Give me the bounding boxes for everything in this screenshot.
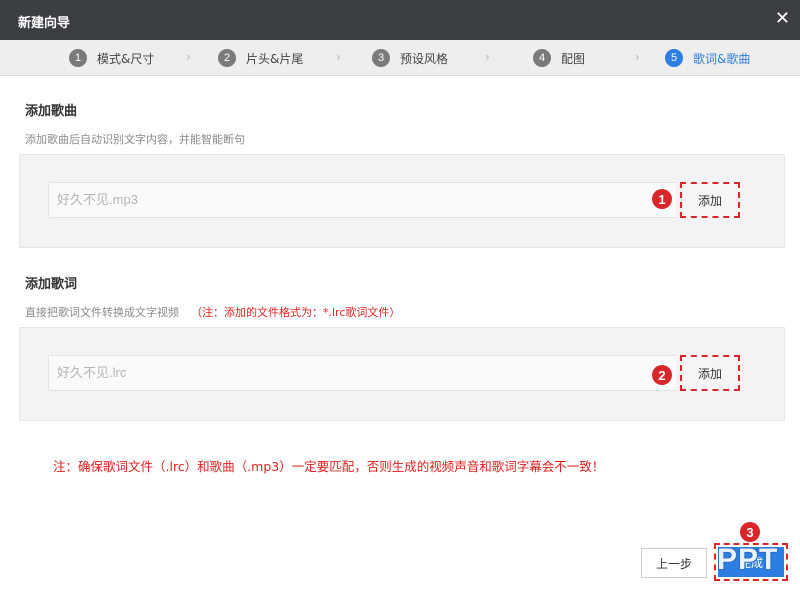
step-label: 歌词&歌曲	[693, 51, 751, 66]
add-lyrics-desc-text: 直接把歌词文件转换成文字视频	[25, 306, 179, 319]
step-marker-3: 3	[740, 522, 760, 542]
previous-step-button[interactable]: 上一步	[641, 548, 707, 578]
finish-button[interactable]: 完成	[714, 543, 788, 581]
lrc-format-note: （注：添加的文件格式为：*.lrc歌词文件）	[191, 306, 401, 319]
step-marker-2: 2	[652, 365, 672, 385]
step-number: 5	[665, 49, 683, 67]
title-bar: 新建向导 ✕	[0, 0, 800, 40]
add-lyrics-panel: 好久不见.lrc 添加 2	[19, 327, 785, 421]
chevron-right-icon: ›	[485, 50, 490, 64]
step-mode-size[interactable]: 1 模式&尺寸	[69, 48, 154, 68]
match-warning: 注：确保歌词文件（.lrc）和歌曲（.mp3）一定要匹配，否则生成的视频声音和歌…	[53, 459, 605, 474]
window-title: 新建向导	[18, 16, 71, 31]
lyrics-file-input[interactable]: 好久不见.lrc	[48, 355, 676, 391]
add-song-panel: 好久不见.mp3 添加 1	[19, 154, 785, 248]
step-number: 1	[69, 49, 87, 67]
add-song-desc: 添加歌曲后自动识别文字内容，并能智能断句	[25, 133, 245, 146]
step-lyrics-song[interactable]: 5 歌词&歌曲	[665, 48, 750, 68]
add-lyrics-button[interactable]: 添加	[680, 355, 740, 391]
add-lyrics-desc: 直接把歌词文件转换成文字视频 （注：添加的文件格式为：*.lrc歌词文件）	[25, 304, 400, 320]
chevron-right-icon: ›	[336, 50, 341, 64]
chevron-right-icon: ›	[186, 50, 191, 64]
add-lyrics-title: 添加歌词	[25, 277, 78, 292]
step-preset-style[interactable]: 3 预设风格	[372, 48, 448, 68]
step-intro-outro[interactable]: 2 片头&片尾	[218, 48, 303, 68]
step-number: 2	[218, 49, 236, 67]
step-label: 配图	[561, 51, 586, 66]
step-number: 3	[372, 49, 390, 67]
step-marker-1: 1	[652, 189, 672, 209]
step-images[interactable]: 4 配图	[533, 48, 585, 68]
wizard-steps: 1 模式&尺寸 › 2 片头&片尾 › 3 预设风格 › 4 配图 › 5 歌词…	[0, 40, 800, 76]
step-number: 4	[533, 49, 551, 67]
close-icon[interactable]: ✕	[775, 9, 790, 29]
step-label: 模式&尺寸	[97, 51, 155, 66]
step-label: 预设风格	[400, 51, 449, 66]
step-label: 片头&片尾	[246, 51, 304, 66]
finish-button-label: 完成	[718, 547, 784, 577]
chevron-right-icon: ›	[635, 50, 640, 64]
add-song-button[interactable]: 添加	[680, 182, 740, 218]
add-song-title: 添加歌曲	[25, 104, 78, 119]
song-file-input[interactable]: 好久不见.mp3	[48, 182, 676, 218]
